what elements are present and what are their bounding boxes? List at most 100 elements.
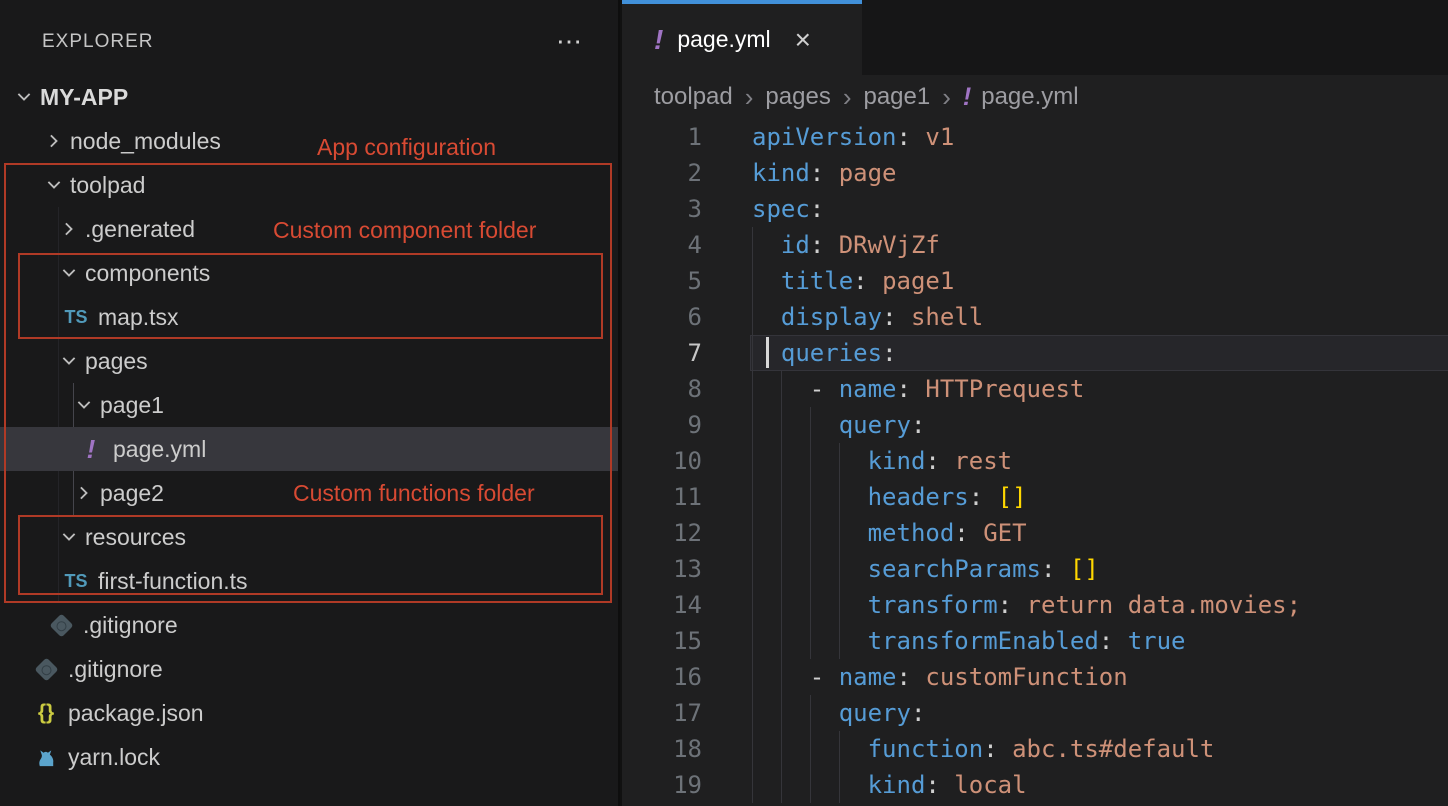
line-number: 12 — [622, 519, 702, 547]
line-number: 17 — [622, 699, 702, 727]
code-line-15[interactable]: 15 transformEnabled: true — [622, 623, 1448, 659]
code-line-10[interactable]: 10 kind: rest — [622, 443, 1448, 479]
code-line-text: kind: rest — [752, 447, 1012, 475]
tree-item-yarn-lock[interactable]: yarn.lock — [0, 735, 618, 779]
yaml-icon: ! — [654, 24, 663, 56]
tree-item-label: .gitignore — [68, 656, 163, 683]
tree-item-toolpad[interactable]: toolpad — [0, 163, 618, 207]
code-line-text: headers: [] — [752, 483, 1027, 511]
line-number: 6 — [622, 303, 702, 331]
tree-item-label: page1 — [100, 392, 164, 419]
tree-item-page1[interactable]: page1 — [0, 383, 618, 427]
breadcrumb-item-toolpad[interactable]: toolpad — [654, 83, 733, 111]
code-editor[interactable]: 1apiVersion: v12kind: page3spec:4 id: DR… — [622, 119, 1448, 806]
tree-item-label: toolpad — [70, 172, 145, 199]
line-number: 13 — [622, 555, 702, 583]
editor-group: ! page.yml × toolpad›pages›page1›!page.y… — [622, 0, 1448, 806]
ts-icon: TS — [64, 568, 88, 594]
code-line-text: query: — [752, 699, 925, 727]
git-icon — [49, 612, 73, 638]
line-number: 3 — [622, 195, 702, 223]
tree-item-first-function-ts[interactable]: TSfirst-function.ts — [0, 559, 618, 603]
code-line-text: searchParams: [] — [752, 555, 1099, 583]
code-line-1[interactable]: 1apiVersion: v1 — [622, 119, 1448, 155]
close-icon[interactable]: × — [795, 26, 811, 54]
code-line-3[interactable]: 3spec: — [622, 191, 1448, 227]
breadcrumb-item-pages[interactable]: pages — [765, 83, 830, 111]
line-number: 16 — [622, 663, 702, 691]
tree-item--gitignore[interactable]: .gitignore — [0, 603, 618, 647]
code-line-2[interactable]: 2 kind: page — [622, 155, 1448, 191]
code-line-9[interactable]: 9 query: — [622, 407, 1448, 443]
code-line-13[interactable]: 13 searchParams: [] — [622, 551, 1448, 587]
code-line-12[interactable]: 12 method: GET — [622, 515, 1448, 551]
tree-item-pages[interactable]: pages — [0, 339, 618, 383]
tree-item-resources[interactable]: resources — [0, 515, 618, 559]
tree-item-map-tsx[interactable]: TSmap.tsx — [0, 295, 618, 339]
code-line-19[interactable]: 19 kind: local — [622, 767, 1448, 803]
root-folder-label: MY-APP — [40, 84, 128, 111]
code-line-14[interactable]: 14 transform: return data.movies; — [622, 587, 1448, 623]
breadcrumb-item-page-yml[interactable]: page.yml — [981, 83, 1078, 111]
code-line-text: kind: local — [752, 771, 1027, 799]
code-line-7[interactable]: 7 queries: — [622, 335, 1448, 371]
tree-item-label: components — [85, 260, 210, 287]
tree-item-label: node_modules — [70, 128, 221, 155]
code-line-16[interactable]: 16 - name: customFunction — [622, 659, 1448, 695]
tree-item-label: yarn.lock — [68, 744, 160, 771]
code-line-5[interactable]: 5 title: page1 — [622, 263, 1448, 299]
more-actions-icon[interactable]: ⋯ — [556, 24, 584, 58]
chevron-right-icon — [74, 483, 94, 503]
line-number: 18 — [622, 735, 702, 763]
explorer-header: EXPLORER ⋯ — [0, 24, 618, 60]
line-number: 19 — [622, 771, 702, 799]
code-line-11[interactable]: 11 headers: [] — [622, 479, 1448, 515]
tree-item-node-modules[interactable]: node_modules — [0, 119, 618, 163]
code-line-text: function: abc.ts#default — [752, 735, 1214, 763]
tab-page-yml[interactable]: ! page.yml × — [622, 0, 862, 75]
git-icon — [34, 656, 58, 682]
line-number: 15 — [622, 627, 702, 655]
file-tree: MY-APP node_modulestoolpad .generated compo… — [0, 75, 618, 779]
line-number: 11 — [622, 483, 702, 511]
tree-item-page-yml[interactable]: ! page.yml — [0, 427, 618, 471]
tree-item-label: package.json — [68, 700, 204, 727]
line-number: 2 — [622, 159, 702, 187]
tree-item-components[interactable]: components — [0, 251, 618, 295]
tree-item-root-my-app[interactable]: MY-APP — [0, 75, 618, 119]
code-line-text: kind: page — [752, 159, 897, 187]
yaml-icon: ! — [79, 436, 103, 462]
chevron-down-icon — [14, 87, 34, 107]
vscode-window: EXPLORER ⋯ MY-APPnode_modulestoolpad.gen… — [0, 0, 1448, 806]
line-number: 8 — [622, 375, 702, 403]
breadcrumb-item-page1[interactable]: page1 — [863, 83, 930, 111]
line-number: 5 — [622, 267, 702, 295]
yarn-icon — [34, 744, 58, 770]
breadcrumb-separator: › — [942, 82, 951, 113]
tab-bar: ! page.yml × — [622, 0, 1448, 75]
tab-label: page.yml — [677, 26, 770, 53]
tree-item--generated[interactable]: .generated — [0, 207, 618, 251]
code-line-text: display: shell — [752, 303, 983, 331]
explorer-title: EXPLORER — [42, 31, 153, 53]
tree-item--gitignore[interactable]: .gitignore — [0, 647, 618, 691]
tree-item-label: page2 — [100, 480, 164, 507]
code-line-17[interactable]: 17 query: — [622, 695, 1448, 731]
code-line-6[interactable]: 6 display: shell — [622, 299, 1448, 335]
code-line-4[interactable]: 4 id: DRwVjZf — [622, 227, 1448, 263]
code-line-text: id: DRwVjZf — [752, 231, 940, 259]
code-line-text: transformEnabled: true — [752, 627, 1185, 655]
line-number: 4 — [622, 231, 702, 259]
tree-item-label: page.yml — [113, 436, 206, 463]
line-number: 7 — [622, 339, 702, 367]
chevron-right-icon — [59, 219, 79, 239]
explorer-sidebar: EXPLORER ⋯ MY-APP node_modulestoolpad .gen… — [0, 0, 620, 806]
tree-item-page2[interactable]: page2 — [0, 471, 618, 515]
chevron-down-icon — [74, 395, 94, 415]
tree-item-package-json[interactable]: {}package.json — [0, 691, 618, 735]
code-line-18[interactable]: 18 function: abc.ts#default — [622, 731, 1448, 767]
code-line-8[interactable]: 8 - name: HTTPrequest — [622, 371, 1448, 407]
breadcrumb: toolpad›pages›page1›!page.yml — [622, 75, 1448, 119]
chevron-down-icon — [59, 527, 79, 547]
breadcrumb-separator: › — [745, 82, 754, 113]
